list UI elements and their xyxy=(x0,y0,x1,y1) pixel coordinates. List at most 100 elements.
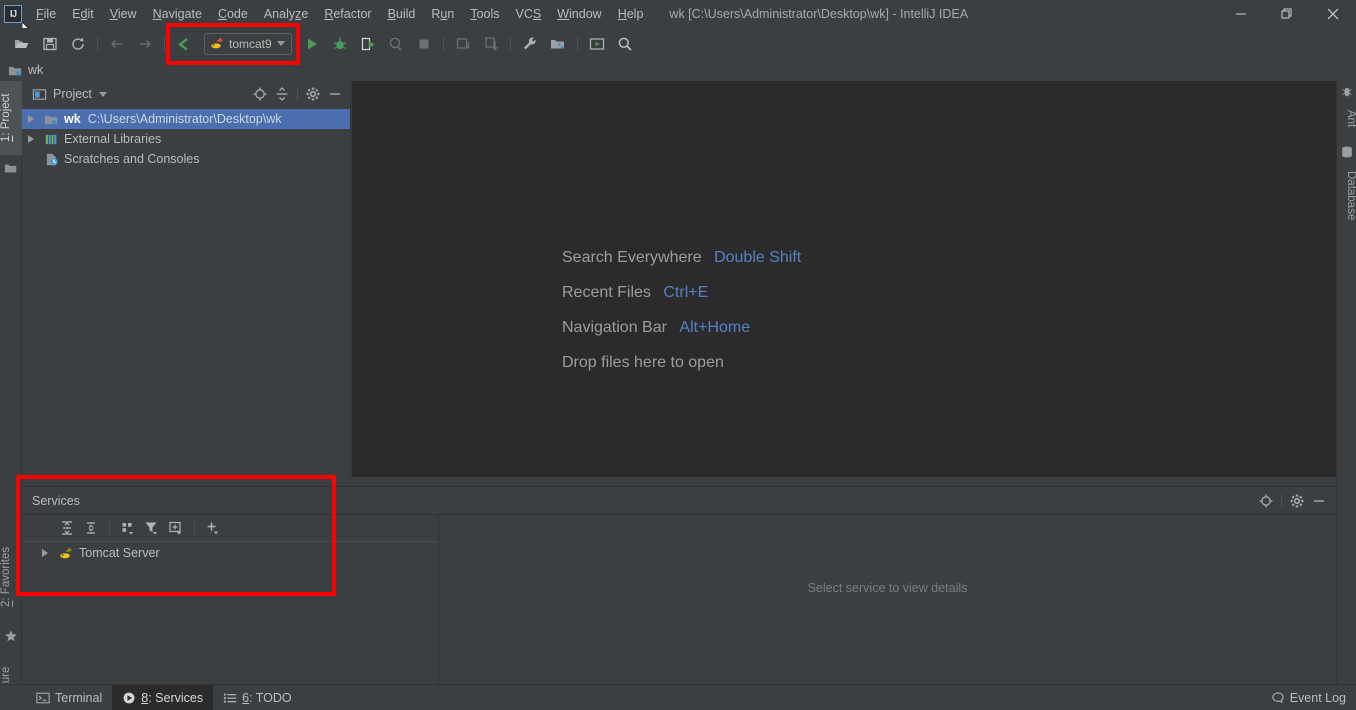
tree-label: External Libraries xyxy=(64,132,162,146)
status-bar: Terminal 8: Services 6: TODO Event Log xyxy=(0,684,1356,710)
menu-item-analyze[interactable]: Analyze xyxy=(256,4,316,24)
menu-item-edit[interactable]: Edit xyxy=(64,4,102,24)
breadcrumb-project[interactable]: wk xyxy=(28,63,43,77)
menu-item-build[interactable]: Build xyxy=(380,4,424,24)
stop-icon xyxy=(413,33,435,55)
window-controls xyxy=(1218,0,1356,28)
settings-wrench-icon[interactable] xyxy=(519,33,541,55)
status-tab-todo[interactable]: 6: TODO xyxy=(213,685,302,710)
ant-icon xyxy=(1342,87,1352,97)
project-view-icon[interactable] xyxy=(32,87,47,102)
tree-row-project-root[interactable]: wk C:\Users\Administrator\Desktop\wk xyxy=(22,109,350,129)
select-opened-file-icon[interactable] xyxy=(586,33,608,55)
search-icon[interactable] xyxy=(614,33,636,55)
status-tab-services[interactable]: 8: Services xyxy=(112,684,214,710)
title-bar: IJ File Edit View Navigate Code Analyze … xyxy=(0,0,1356,28)
services-tool-window: Services Tomcat Server Select service to… xyxy=(22,486,1336,684)
services-tree-row-tomcat[interactable]: Tomcat Server xyxy=(22,542,438,564)
menu-item-navigate[interactable]: Navigate xyxy=(145,4,210,24)
run-configuration-selector[interactable]: tomcat9 xyxy=(204,32,292,55)
import-icon xyxy=(480,33,502,55)
welcome-row-drop-files: Drop files here to open xyxy=(562,354,801,372)
minimize-button[interactable] xyxy=(1218,0,1264,28)
sidebar-tab-ant[interactable]: Ant xyxy=(1337,101,1356,137)
window-title: wk [C:\Users\Administrator\Desktop\wk] -… xyxy=(669,7,969,21)
expand-arrow-icon[interactable] xyxy=(28,135,34,143)
close-button[interactable] xyxy=(1310,0,1356,28)
locate-icon[interactable] xyxy=(1256,491,1276,511)
open-folder-icon[interactable] xyxy=(11,33,33,55)
welcome-action-label: Recent Files xyxy=(562,284,651,301)
services-detail-pane: Select service to view details xyxy=(439,515,1336,684)
todo-icon xyxy=(223,693,237,703)
main-toolbar: tomcat9 xyxy=(0,28,1356,59)
menu-item-view[interactable]: View xyxy=(102,4,145,24)
locate-icon[interactable] xyxy=(250,84,270,104)
hide-panel-icon[interactable] xyxy=(1309,491,1329,511)
terminal-icon xyxy=(36,692,50,703)
save-all-icon[interactable] xyxy=(39,33,61,55)
project-panel-header: Project xyxy=(22,81,350,107)
toolbar-separator xyxy=(576,35,578,52)
collapse-all-icon[interactable] xyxy=(272,84,292,104)
tree-label: Scratches and Consoles xyxy=(64,152,200,166)
project-tool-window: Project wk C:\Users\Administrator\Deskto… xyxy=(22,81,351,477)
sidebar-tab-favorites[interactable]: 2: Favorites xyxy=(0,533,22,621)
welcome-row-navigation-bar: Navigation Bar Alt+Home xyxy=(562,319,801,337)
menu-item-window[interactable]: Window xyxy=(549,4,609,24)
module-icon xyxy=(8,66,22,75)
status-event-log[interactable]: Event Log xyxy=(1271,691,1346,705)
run-with-coverage-icon[interactable] xyxy=(357,33,379,55)
menu-item-help[interactable]: Help xyxy=(610,4,652,24)
status-tab-label: 8: Services xyxy=(141,690,204,705)
event-log-icon xyxy=(1272,691,1284,703)
menu-item-tools[interactable]: Tools xyxy=(462,4,507,24)
collapse-all-icon[interactable] xyxy=(80,517,102,539)
debug-icon[interactable] xyxy=(329,33,351,55)
forward-arrow-icon xyxy=(134,33,156,55)
hide-panel-icon[interactable] xyxy=(325,84,345,104)
gear-icon[interactable] xyxy=(1287,491,1307,511)
services-icon xyxy=(123,692,135,703)
menu-item-file[interactable]: File xyxy=(28,4,64,24)
star-icon[interactable] xyxy=(4,629,18,643)
status-tab-terminal[interactable]: Terminal xyxy=(26,685,112,710)
add-service-icon[interactable] xyxy=(202,517,224,539)
undo-icon[interactable] xyxy=(173,33,195,55)
menu-item-code[interactable]: Code xyxy=(210,4,256,24)
expand-arrow-icon[interactable] xyxy=(42,549,48,557)
sync-icon[interactable] xyxy=(67,33,89,55)
sidebar-tab-database[interactable]: Database xyxy=(1337,163,1356,229)
project-structure-icon[interactable] xyxy=(547,33,569,55)
welcome-shortcut-list: Search Everywhere Double Shift Recent Fi… xyxy=(562,249,801,372)
expand-arrow-icon[interactable] xyxy=(28,115,34,123)
run-configuration-name: tomcat9 xyxy=(229,36,272,51)
project-folder-icon[interactable] xyxy=(4,161,18,175)
filter-icon[interactable] xyxy=(141,517,163,539)
module-icon xyxy=(44,115,58,124)
menu-item-run[interactable]: Run xyxy=(423,4,462,24)
update-app-icon xyxy=(452,33,474,55)
editor-welcome-area: Search Everywhere Double Shift Recent Fi… xyxy=(352,81,1336,477)
project-panel-title[interactable]: Project xyxy=(53,87,92,101)
gear-icon[interactable] xyxy=(303,84,323,104)
menu-item-refactor[interactable]: Refactor xyxy=(316,4,379,24)
restore-button[interactable] xyxy=(1264,0,1310,28)
tree-row-scratches[interactable]: Scratches and Consoles xyxy=(22,149,350,169)
sidebar-tab-project[interactable]: 1: Project xyxy=(0,81,22,155)
add-tab-icon[interactable] xyxy=(165,517,187,539)
status-tab-label: 6: TODO xyxy=(242,690,292,705)
navigation-bar[interactable]: wk xyxy=(0,59,1356,81)
expand-all-icon[interactable] xyxy=(56,517,78,539)
services-tree: Tomcat Server xyxy=(22,542,438,564)
run-icon[interactable] xyxy=(301,33,323,55)
chevron-down-icon[interactable] xyxy=(98,91,107,97)
menu-item-vcs[interactable]: VCS xyxy=(508,4,550,24)
chevron-down-icon xyxy=(276,41,285,46)
group-by-icon[interactable] xyxy=(117,517,139,539)
tree-path: C:\Users\Administrator\Desktop\wk xyxy=(87,112,282,126)
app-logo-icon: IJ xyxy=(4,5,22,23)
right-tool-strip: Ant Database xyxy=(1336,81,1356,684)
status-event-log-label: Event Log xyxy=(1289,690,1346,705)
tree-row-external-libraries[interactable]: External Libraries xyxy=(22,129,350,149)
